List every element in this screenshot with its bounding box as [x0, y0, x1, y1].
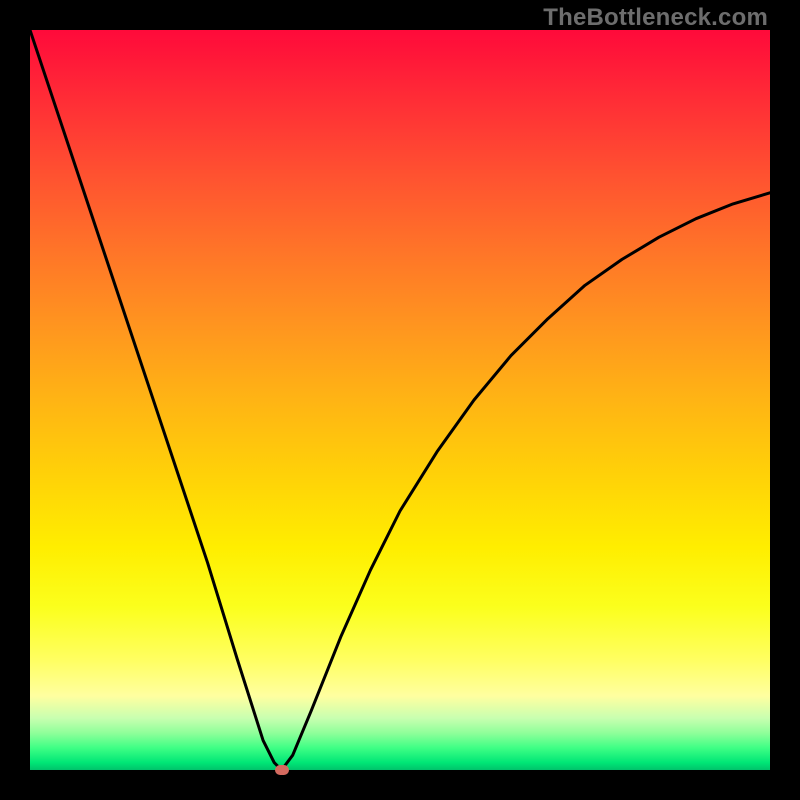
bottleneck-curve-path: [30, 30, 770, 770]
curve-svg: [30, 30, 770, 770]
chart-frame: TheBottleneck.com: [0, 0, 800, 800]
optimal-point-marker: [275, 765, 289, 775]
plot-area: [30, 30, 770, 770]
watermark-text: TheBottleneck.com: [543, 4, 768, 32]
